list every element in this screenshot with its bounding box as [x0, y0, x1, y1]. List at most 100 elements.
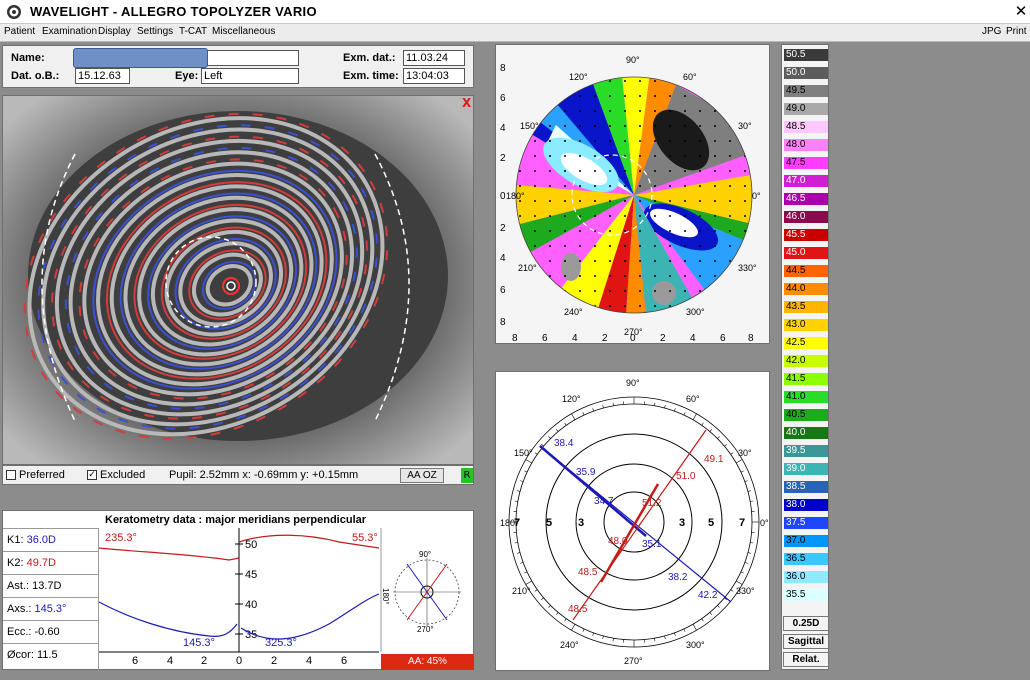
ecc-value: -0.60 [34, 626, 60, 638]
scale-swatch: 35.5 [784, 589, 828, 601]
red-val-3: 51.2 [642, 498, 662, 509]
grid-dot [579, 230, 581, 232]
degree-tick [534, 589, 538, 592]
scale-type-button[interactable]: Relat. [783, 652, 829, 667]
menu-examination[interactable]: Examination [42, 26, 97, 37]
map-xtick-2r: 2 [660, 333, 666, 343]
grid-dot [714, 80, 716, 82]
grid-dot [684, 140, 686, 142]
grid-dot [624, 80, 626, 82]
map-angle-300: 300° [686, 307, 705, 317]
menu-tcat[interactable]: T-CAT [179, 26, 207, 37]
menu-settings[interactable]: Settings [137, 26, 173, 37]
degree-tick [520, 562, 524, 564]
grid-dot [699, 215, 701, 217]
map-ytick-6b: 6 [500, 285, 506, 296]
grid-dot [534, 230, 536, 232]
scale-swatch: 42.0 [784, 355, 828, 367]
excluded-label: Excluded [100, 469, 146, 481]
eye-placido-image[interactable]: X [2, 95, 474, 465]
preferred-label: Preferred [19, 469, 65, 481]
x-tick-2r: 2 [271, 655, 277, 667]
exam-time-label: Exm. time: [343, 70, 399, 82]
menu-patient[interactable]: Patient [4, 26, 35, 37]
grid-dot [549, 215, 551, 217]
grid-dot [549, 95, 551, 97]
menu-display[interactable]: Display [98, 26, 131, 37]
grid-dot [609, 125, 611, 127]
scale-swatch: 50.0 [784, 67, 828, 79]
grid-dot [744, 140, 746, 142]
grid-dot [564, 95, 566, 97]
grid-dot [519, 110, 521, 112]
grid-dot [654, 170, 656, 172]
grid-dot [744, 80, 746, 82]
ring-angle-240: 240° [560, 640, 579, 650]
grid-dot [729, 260, 731, 262]
grid-dot [609, 305, 611, 307]
topography-map[interactable]: 90° 120° 60° 150° 30° 180° 0° 210° 330° … [496, 45, 769, 344]
map-ytick-6t: 6 [500, 93, 506, 104]
grid-dot [639, 95, 641, 97]
excluded-checkbox[interactable]: ✓ [87, 470, 97, 480]
aa-oz-button[interactable]: AA OZ [400, 468, 444, 483]
preferred-checkbox[interactable] [6, 470, 16, 480]
dob-field[interactable]: 15.12.63 [75, 68, 130, 84]
grid-dot [654, 185, 656, 187]
ring-label-7l: 7 [514, 517, 520, 529]
grid-dot [714, 260, 716, 262]
exam-time-field[interactable]: 13:04:03 [403, 68, 465, 84]
exam-date-field[interactable]: 11.03.24 [403, 50, 465, 66]
eye-field[interactable]: Left [201, 68, 299, 84]
degree-tick [564, 422, 567, 426]
map-xtick-6r: 6 [720, 333, 726, 343]
grid-dot [579, 170, 581, 172]
grid-dot [699, 140, 701, 142]
name-redaction [73, 48, 208, 68]
close-button[interactable]: ✕ [1012, 2, 1030, 22]
ring-angle-150: 150° [514, 448, 533, 458]
degree-tick [654, 402, 656, 406]
meridian-ring-plot[interactable]: 90° 120° 60° 150° 30° 180° 0° 210° 330° … [496, 372, 769, 670]
grid-dot [594, 110, 596, 112]
menu-jpg[interactable]: JPG [982, 26, 1001, 37]
grid-dot [534, 245, 536, 247]
grid-dot [639, 245, 641, 247]
k1-value: 36.0D [26, 534, 56, 546]
grid-dot [639, 290, 641, 292]
map-angle-240: 240° [564, 307, 583, 317]
step-size-button[interactable]: 0.25D [783, 616, 829, 631]
grid-dot [699, 125, 701, 127]
image-close-icon[interactable]: X [462, 96, 471, 110]
menu-miscellaneous[interactable]: Miscellaneous [212, 26, 275, 37]
scale-swatch: 48.0 [784, 139, 828, 151]
grid-dot [549, 140, 551, 142]
grid-dot [714, 230, 716, 232]
x-tick-2l: 2 [201, 655, 207, 667]
grid-dot [669, 155, 671, 157]
grid-dot [594, 80, 596, 82]
grid-dot [594, 275, 596, 277]
degree-tick [664, 635, 666, 639]
grid-dot [639, 170, 641, 172]
grid-dot [579, 290, 581, 292]
scale-swatch: 41.0 [784, 391, 828, 403]
grid-dot [609, 245, 611, 247]
scale-swatch: 42.5 [784, 337, 828, 349]
grid-dot [549, 305, 551, 307]
map-mode-button[interactable]: Sagittal [783, 634, 829, 649]
grid-dot [654, 230, 656, 232]
ocor-row: Øcor: 11.5 [7, 649, 58, 661]
scale-swatch: 38.0 [784, 499, 828, 511]
menu-print[interactable]: Print [1006, 26, 1027, 37]
grid-dot [624, 245, 626, 247]
grid-dot [639, 275, 641, 277]
degree-tick [602, 405, 604, 409]
grid-dot [669, 80, 671, 82]
name-label: Name: [11, 52, 45, 64]
grid-dot [534, 140, 536, 142]
grid-dot [534, 110, 536, 112]
grid-dot [744, 290, 746, 292]
grid-dot [654, 155, 656, 157]
degree-tick [692, 413, 697, 420]
